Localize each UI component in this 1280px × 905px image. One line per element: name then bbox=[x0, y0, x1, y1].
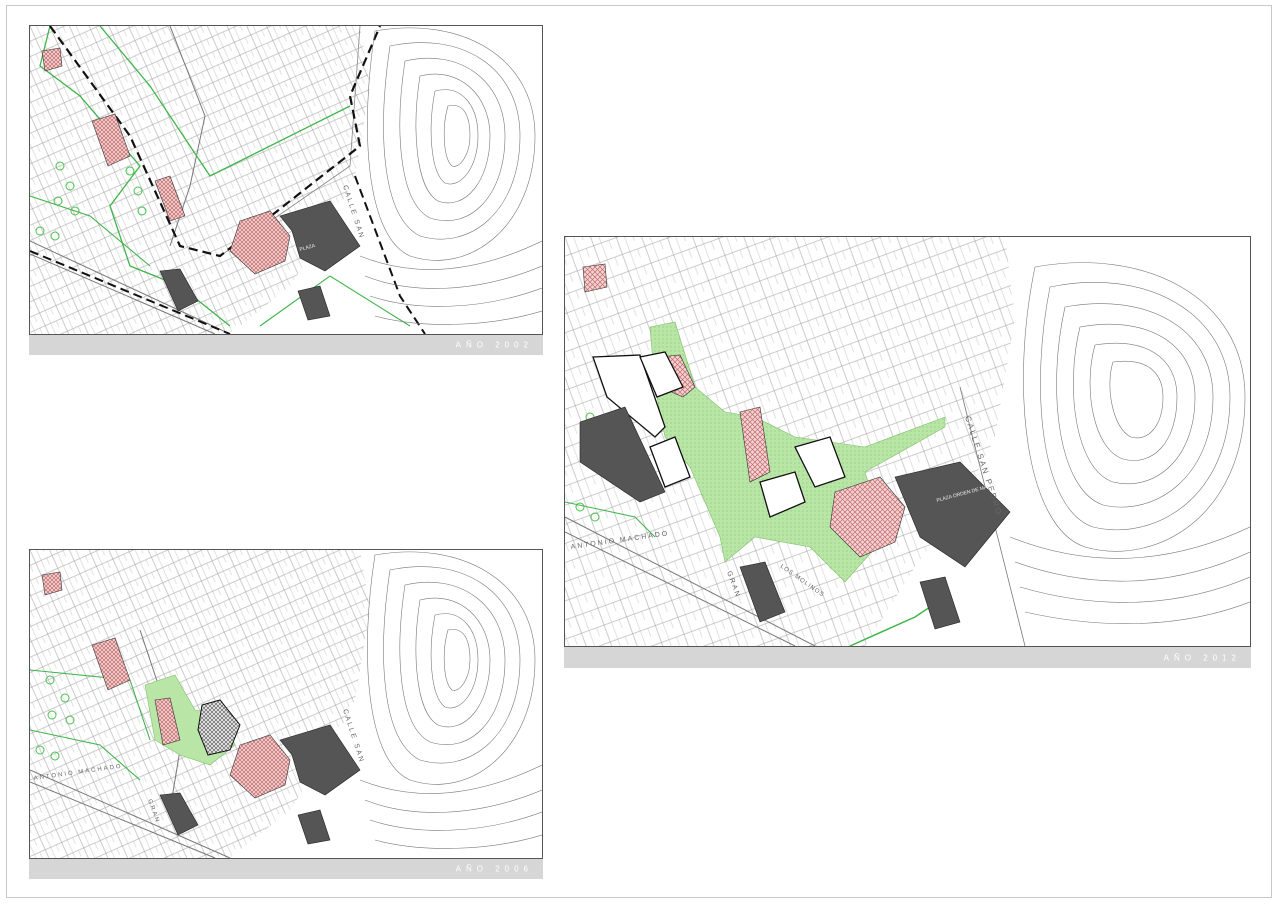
map-panel-2002: CALLE SAN PLAZA AÑO 2002 bbox=[29, 25, 543, 355]
caption-year-2012: AÑO 2012 bbox=[1163, 653, 1241, 662]
map-2006: ANTONIO MACHADO GRAN CALLE SAN bbox=[29, 549, 543, 859]
map-2002-drawing: CALLE SAN PLAZA bbox=[30, 26, 542, 334]
caption-bar-2002: AÑO 2002 bbox=[29, 335, 543, 355]
map-panel-2012: ANTONIO MACHADO GRAN LOS MOLINOS CALLE S… bbox=[564, 236, 1251, 668]
caption-bar-2006: AÑO 2006 bbox=[29, 859, 543, 879]
caption-year-2006: AÑO 2006 bbox=[455, 864, 533, 874]
caption-bar-2012: AÑO 2012 bbox=[564, 647, 1251, 668]
map-2012: ANTONIO MACHADO GRAN LOS MOLINOS CALLE S… bbox=[564, 236, 1251, 647]
map-2002: CALLE SAN PLAZA bbox=[29, 25, 543, 335]
map-2012-drawing: ANTONIO MACHADO GRAN LOS MOLINOS CALLE S… bbox=[565, 237, 1250, 646]
map-panel-2006: ANTONIO MACHADO GRAN CALLE SAN AÑO 2006 bbox=[29, 549, 543, 879]
caption-year-2002: AÑO 2002 bbox=[455, 340, 533, 350]
map-2006-drawing: ANTONIO MACHADO GRAN CALLE SAN bbox=[30, 550, 542, 858]
